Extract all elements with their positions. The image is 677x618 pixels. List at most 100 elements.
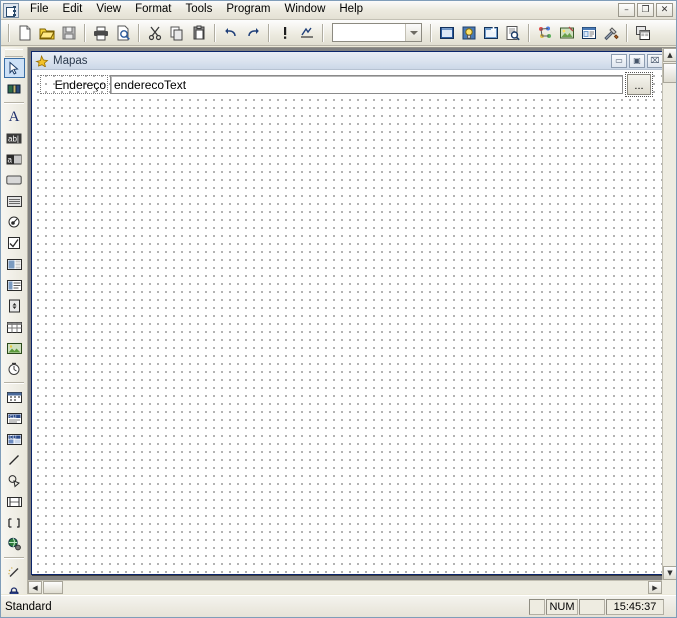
restore-button[interactable]: ❐ (637, 3, 654, 17)
spin-button-tool[interactable] (4, 296, 25, 316)
window-controls: – ❐ ✕ (618, 3, 673, 17)
save-disk-icon[interactable] (58, 22, 80, 43)
group-box-tool[interactable] (4, 191, 25, 211)
tile-windows-icon[interactable] (632, 22, 654, 43)
open-folder-icon[interactable] (36, 22, 58, 43)
toolbar-combo[interactable] (332, 23, 422, 42)
menu-item-file[interactable]: File (23, 1, 56, 19)
mdi-vertical-scrollbar[interactable]: ▲ ▼ (662, 48, 676, 580)
child-window-titlebar[interactable]: Mapas ▭ ▣ ⌧ (32, 52, 662, 70)
slider-tool[interactable] (4, 492, 25, 512)
close-button[interactable]: ✕ (656, 3, 673, 17)
window-list-icon[interactable] (578, 22, 600, 43)
timer-tool[interactable] (4, 359, 25, 379)
minimize-glyph: – (624, 5, 629, 15)
svg-text:a: a (8, 155, 13, 164)
label-endereco[interactable]: Endereço (40, 75, 108, 94)
menu-item-program[interactable]: Program (219, 1, 277, 19)
lock-tool[interactable] (4, 583, 25, 594)
paste-clipboard-icon[interactable] (188, 22, 210, 43)
minimize-button[interactable]: – (618, 3, 635, 17)
close-glyph: ✕ (660, 5, 669, 15)
child-window-title: Mapas (53, 54, 88, 67)
scroll-down-button[interactable]: ▼ (663, 566, 676, 580)
radio-button-tool[interactable] (4, 212, 25, 232)
edit-box-tool[interactable]: ab| (4, 128, 25, 148)
scroll-left-button[interactable]: ◀ (28, 581, 42, 594)
month-calendar-tool[interactable]: CLI (4, 429, 25, 449)
child-window-mapas[interactable]: Mapas ▭ ▣ ⌧ Endereço enderecoText ... (31, 51, 662, 575)
child-minimize-button[interactable]: ▭ (611, 53, 627, 68)
magic-wand-tool[interactable] (4, 562, 25, 582)
pointer-tool[interactable] (3, 58, 25, 78)
print-preview-icon[interactable] (112, 22, 134, 43)
inspect-magnifier-icon[interactable] (502, 22, 524, 43)
static-text-glyph: A (8, 109, 20, 125)
combo-box-tool[interactable] (4, 254, 25, 274)
toolbar-separator (268, 23, 270, 42)
toolbar-separator (8, 23, 10, 42)
scrollbar-tool[interactable] (4, 513, 25, 533)
child-minimize-glyph: ▭ (615, 55, 623, 65)
svg-text:CLI: CLI (9, 434, 16, 439)
browse-endereco-button[interactable]: ... (625, 72, 653, 97)
chevron-down-icon[interactable] (405, 24, 421, 41)
grid-control-tool[interactable] (4, 317, 25, 337)
menu-item-help[interactable]: Help (332, 1, 370, 19)
line-tool[interactable] (4, 450, 25, 470)
toolbar-separator (322, 23, 324, 42)
image-edit-icon[interactable] (556, 22, 578, 43)
toolbox-separator (4, 102, 24, 104)
status-pane-1 (529, 598, 545, 615)
image-control-tool[interactable] (4, 338, 25, 358)
menu-item-tools[interactable]: Tools (179, 1, 220, 19)
mdi-horizontal-scrollbar[interactable]: ◀ ▶ (28, 580, 662, 594)
form-star-icon (35, 54, 49, 68)
input-endereco[interactable]: enderecoText (110, 75, 623, 94)
toolbox-grip[interactable] (5, 49, 23, 57)
mdi-vertical-scroll-thumb[interactable] (663, 63, 676, 83)
web-browser-tool[interactable] (4, 534, 25, 554)
toolbar-separator (138, 23, 140, 42)
mdi-horizontal-scroll-thumb[interactable] (43, 581, 63, 594)
scroll-up-button[interactable]: ▲ (663, 48, 676, 62)
masked-edit-tool[interactable]: a (4, 149, 25, 169)
button-tool[interactable] (4, 170, 25, 190)
child-close-button[interactable]: ⌧ (647, 53, 662, 68)
new-file-icon[interactable] (14, 22, 36, 43)
exclamation-run-icon[interactable] (274, 22, 296, 43)
shape-tool[interactable] (4, 471, 25, 491)
scroll-right-glyph: ▶ (652, 583, 658, 592)
status-pane-3 (579, 598, 605, 615)
toolbar-separator (84, 23, 86, 42)
check-script-icon[interactable] (296, 22, 318, 43)
child-maximize-button[interactable]: ▣ (629, 53, 645, 68)
menu-item-format[interactable]: Format (128, 1, 178, 19)
application-window: File Edit View Format Tools Program Wind… (0, 0, 677, 618)
list-box-tool[interactable] (4, 275, 25, 295)
date-picker-tool[interactable]: CLI (4, 408, 25, 428)
toolbox-panel: A ab| a CLI CLI (1, 47, 28, 594)
menu-item-view[interactable]: View (89, 1, 128, 19)
new-form-icon[interactable] (480, 22, 502, 43)
controls-palette-tool[interactable] (4, 79, 25, 99)
calendar-tool[interactable] (4, 387, 25, 407)
form-design-surface[interactable]: Endereço enderecoText ... (32, 70, 662, 574)
redo-arrow-icon[interactable] (242, 22, 264, 43)
tools-hammer-icon[interactable] (600, 22, 622, 43)
cut-scissors-icon[interactable] (144, 22, 166, 43)
form-designer-icon[interactable] (436, 22, 458, 43)
undo-arrow-icon[interactable] (220, 22, 242, 43)
child-close-glyph: ⌧ (650, 55, 660, 65)
menu-item-window[interactable]: Window (277, 1, 332, 19)
copy-icon[interactable] (166, 22, 188, 43)
check-box-tool[interactable] (4, 233, 25, 253)
toolbox-separator (4, 557, 24, 559)
scroll-right-button[interactable]: ▶ (648, 581, 662, 594)
objects-tree-icon[interactable] (534, 22, 556, 43)
menu-item-edit[interactable]: Edit (56, 1, 90, 19)
bulb-hint-icon[interactable] (458, 22, 480, 43)
static-text-tool[interactable]: A (4, 107, 25, 127)
print-icon[interactable] (90, 22, 112, 43)
mdi-inner-area: Mapas ▭ ▣ ⌧ Endereço enderecoText ... (28, 48, 662, 580)
